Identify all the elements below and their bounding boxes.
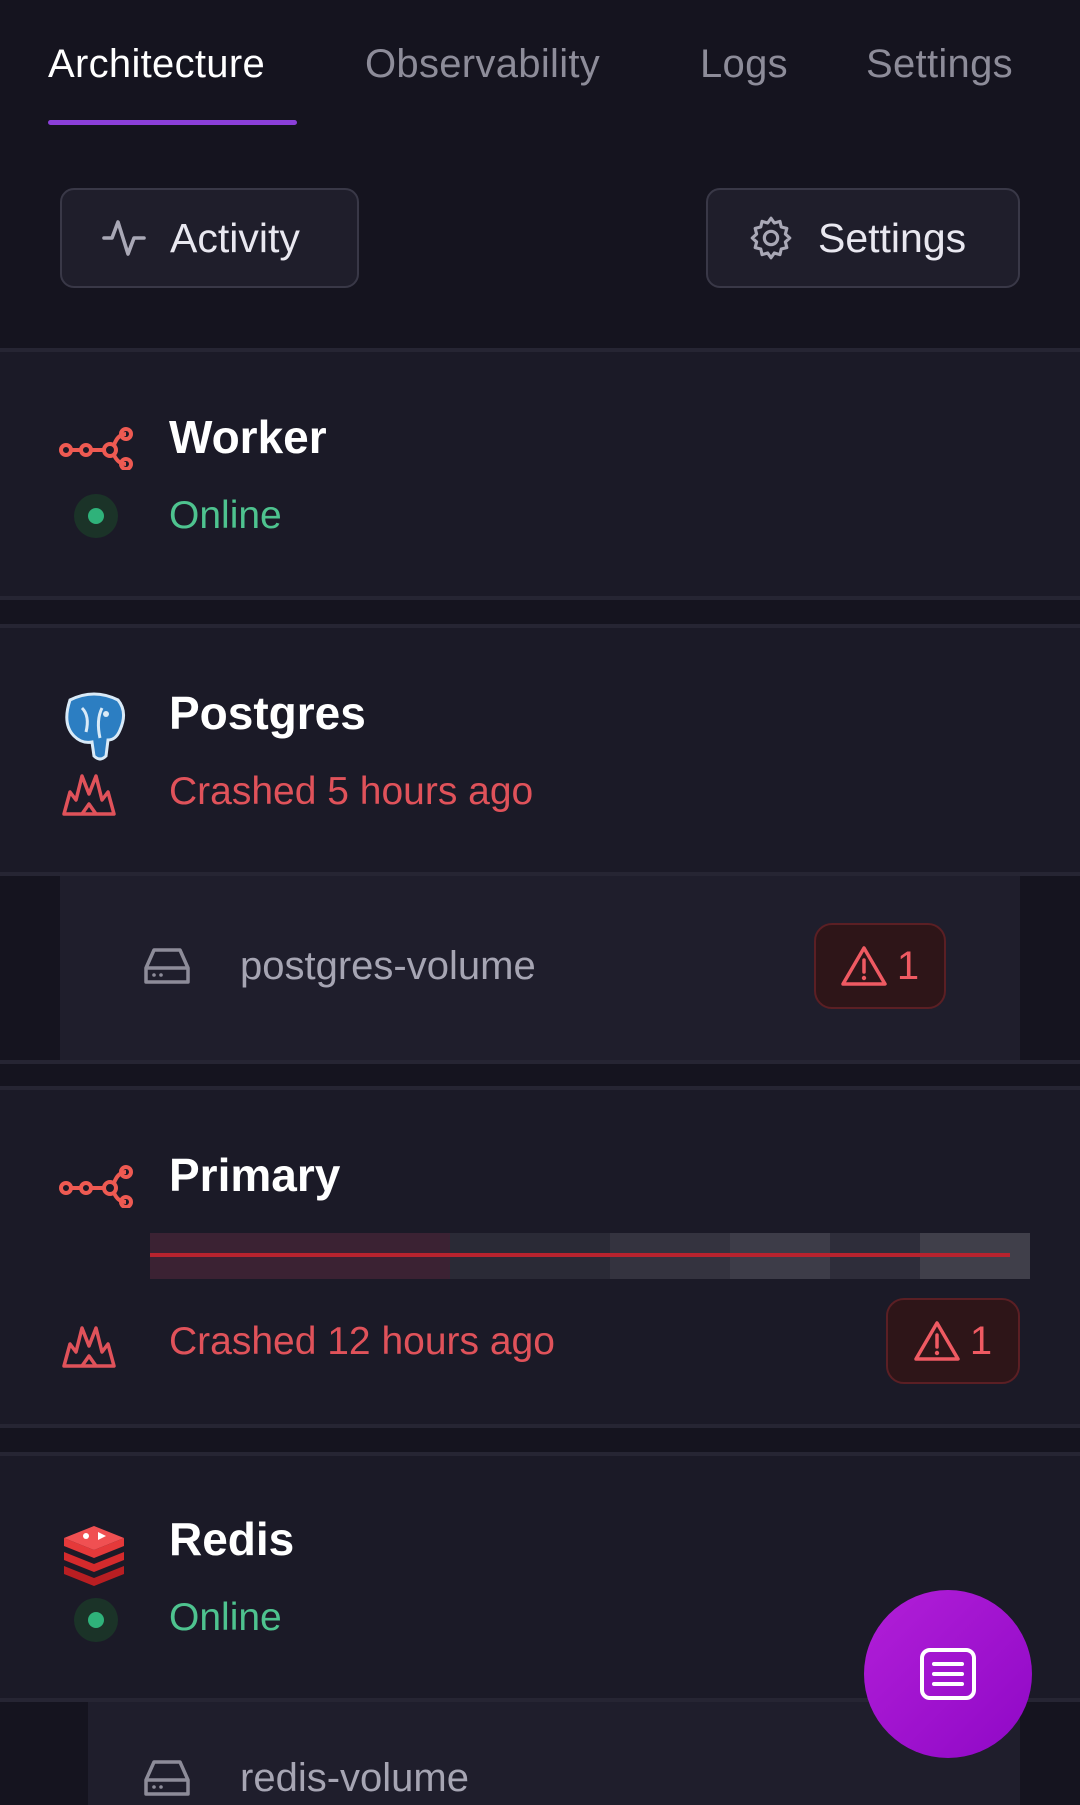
service-name: Redis <box>169 1513 295 1565</box>
alert-count: 1 <box>896 943 920 988</box>
alert-badge[interactable]: 1 <box>886 1298 1020 1384</box>
logs-fab-button[interactable] <box>864 1590 1032 1758</box>
service-card-postgres[interactable]: Postgres Crashed 5 hours ago <box>0 628 1080 872</box>
disk-drive-icon <box>144 1760 190 1796</box>
tab-settings[interactable]: Settings <box>866 42 1013 87</box>
service-name: Postgres <box>169 687 366 739</box>
document-list-icon <box>920 1648 976 1700</box>
service-graph-icon <box>59 1165 133 1208</box>
divider <box>0 1424 1080 1428</box>
status-online-dot <box>74 494 118 538</box>
activity-pulse-icon <box>102 220 146 256</box>
service-name: Worker <box>169 411 327 463</box>
tab-logs[interactable]: Logs <box>700 42 788 87</box>
tab-observability[interactable]: Observability <box>365 42 600 87</box>
alert-count: 1 <box>969 1318 993 1363</box>
activity-button-label: Activity <box>170 214 300 261</box>
activity-button[interactable]: Activity <box>60 188 359 288</box>
warning-triangle-icon <box>841 946 887 986</box>
warning-triangle-icon <box>914 1321 960 1361</box>
status-online-dot <box>74 1598 118 1642</box>
volume-connector <box>60 1702 88 1805</box>
volume-name: redis-volume <box>240 1756 469 1800</box>
service-status: Online <box>169 494 282 537</box>
gear-icon <box>750 216 792 260</box>
service-graph-icon <box>59 427 133 470</box>
service-name: Primary <box>169 1149 341 1201</box>
postgres-elephant-icon <box>65 692 125 761</box>
crash-burst-icon <box>62 774 116 816</box>
disk-drive-icon <box>144 948 190 984</box>
tab-architecture[interactable]: Architecture <box>48 42 265 87</box>
volume-name: postgres-volume <box>240 944 536 988</box>
active-tab-indicator <box>48 120 297 125</box>
redacted-url <box>150 1233 1030 1279</box>
alert-badge[interactable]: 1 <box>814 923 946 1009</box>
divider <box>0 1060 1080 1064</box>
crash-burst-icon <box>62 1326 116 1368</box>
settings-button-label: Settings <box>818 214 967 261</box>
app-page: Architecture Observability Logs Settings… <box>0 0 1080 1805</box>
volume-row-postgres[interactable]: postgres-volume 1 <box>60 876 1020 1060</box>
settings-button[interactable]: Settings <box>706 188 1020 288</box>
service-status: Crashed 5 hours ago <box>169 770 534 813</box>
tab-bar: Architecture Observability Logs Settings <box>0 0 1080 130</box>
service-status: Crashed 12 hours ago <box>169 1320 555 1363</box>
service-status: Online <box>169 1596 282 1639</box>
divider <box>0 596 1080 600</box>
service-card-worker[interactable]: Worker Online <box>0 352 1080 596</box>
redis-icon <box>64 1526 124 1586</box>
